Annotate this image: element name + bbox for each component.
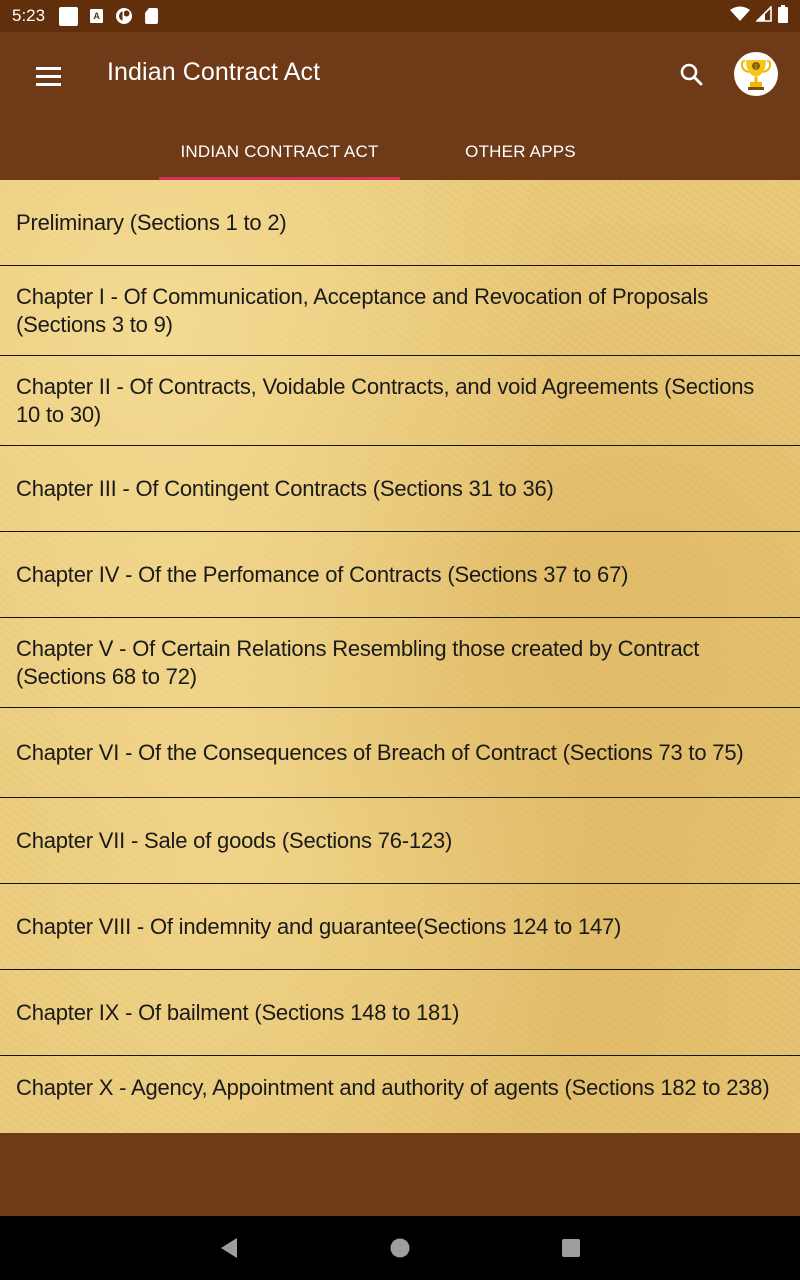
trophy-icon[interactable]: 1 <box>734 52 778 96</box>
list-item-chapter-3[interactable]: Chapter III - Of Contingent Contracts (S… <box>0 446 800 532</box>
list-item-label: Chapter VI - Of the Consequences of Brea… <box>16 739 744 765</box>
list-item-preliminary[interactable]: Preliminary (Sections 1 to 2) <box>0 180 800 266</box>
list-item-label: Chapter VII - Sale of goods (Sections 76… <box>16 827 453 853</box>
status-time: 5:23 <box>12 6 46 25</box>
tab-other-apps[interactable]: OTHER APPS <box>400 124 641 180</box>
list-item-chapter-4[interactable]: Chapter IV - Of the Perfomance of Contra… <box>0 532 800 618</box>
list-item-label: Chapter I - Of Communication, Acceptance… <box>16 283 708 337</box>
data-saver-icon <box>115 7 133 25</box>
cellular-signal-icon <box>755 4 772 27</box>
list-item-chapter-10[interactable]: Chapter X - Agency, Appointment and auth… <box>0 1056 800 1133</box>
list-item-label: Chapter IV - Of the Perfomance of Contra… <box>16 561 629 587</box>
list-item-label: Preliminary (Sections 1 to 2) <box>16 209 287 235</box>
notification-square-icon <box>59 6 79 26</box>
sd-card-icon <box>145 8 159 24</box>
list-item-chapter-1[interactable]: Chapter I - Of Communication, Acceptance… <box>0 266 800 356</box>
bottom-banner-area <box>0 1133 800 1216</box>
list-item-chapter-8[interactable]: Chapter VIII - Of indemnity and guarante… <box>0 884 800 970</box>
tab-bar: INDIAN CONTRACT ACT OTHER APPS <box>0 124 800 180</box>
hamburger-menu-icon[interactable] <box>30 60 68 92</box>
chapter-list[interactable]: Preliminary (Sections 1 to 2) Chapter I … <box>0 180 800 1133</box>
home-circle-icon[interactable] <box>385 1234 415 1262</box>
recents-square-icon[interactable] <box>556 1234 586 1262</box>
list-item-chapter-9[interactable]: Chapter IX - Of bailment (Sections 148 t… <box>0 970 800 1056</box>
back-triangle-icon[interactable] <box>214 1234 244 1262</box>
list-item-label: Chapter III - Of Contingent Contracts (S… <box>16 475 554 501</box>
search-icon[interactable] <box>672 58 712 94</box>
list-item-label: Chapter II - Of Contracts, Voidable Cont… <box>16 373 755 427</box>
list-item-chapter-2[interactable]: Chapter II - Of Contracts, Voidable Cont… <box>0 356 800 446</box>
wifi-icon <box>730 6 750 27</box>
status-right-icons <box>730 4 788 28</box>
app-title: Indian Contract Act <box>107 58 321 86</box>
status-bar: 5:23 A <box>0 0 800 32</box>
list-item-label: Chapter IX - Of bailment (Sections 148 t… <box>16 999 460 1025</box>
app-bar: Indian Contract Act 1 INDIAN CONTRACT AC… <box>0 32 800 180</box>
list-item-chapter-7[interactable]: Chapter VII - Sale of goods (Sections 76… <box>0 798 800 884</box>
tab-indian-contract-act[interactable]: INDIAN CONTRACT ACT <box>159 124 400 180</box>
system-nav-bar <box>0 1216 800 1280</box>
list-item-label: Chapter V - Of Certain Relations Resembl… <box>16 635 700 689</box>
battery-icon <box>778 4 788 28</box>
list-item-label: Chapter VIII - Of indemnity and guarante… <box>16 913 622 939</box>
accessibility-a-icon: A <box>90 9 104 23</box>
list-item-chapter-6[interactable]: Chapter VI - Of the Consequences of Brea… <box>0 708 800 798</box>
list-item-chapter-5[interactable]: Chapter V - Of Certain Relations Resembl… <box>0 618 800 708</box>
list-item-label: Chapter X - Agency, Appointment and auth… <box>16 1075 770 1100</box>
